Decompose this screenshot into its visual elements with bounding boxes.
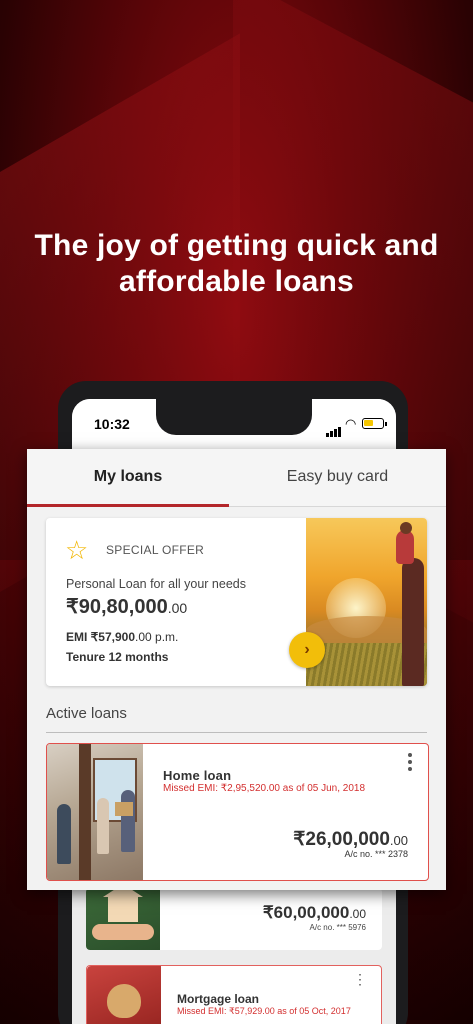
chevron-right-icon[interactable]: › xyxy=(289,632,325,668)
offer-amount: ₹90,80,000.00 xyxy=(66,596,188,618)
tab-easy-buy-card[interactable]: Easy buy card xyxy=(229,468,446,486)
loan-card-3[interactable]: ⋮ Mortgage loan Missed EMI: ₹57,929.00 a… xyxy=(86,965,382,1024)
tab-my-loans[interactable]: My loans xyxy=(27,468,229,486)
loan-account-number: A/c no. *** 2378 xyxy=(344,849,408,859)
loan-card-home[interactable]: Home loan Missed EMI: ₹2,95,520.00 as of… xyxy=(46,743,429,881)
loans-panel: My loans Easy buy card ☆ SPECIAL OFFER P… xyxy=(27,449,446,890)
star-icon: ☆ xyxy=(65,535,89,565)
more-options-icon[interactable] xyxy=(408,753,414,774)
special-offer-label: SPECIAL OFFER xyxy=(106,543,205,557)
status-time: 10:32 xyxy=(94,416,130,432)
money-bag-icon xyxy=(107,984,141,1018)
loan-account-number: A/c no. *** 5976 xyxy=(309,923,366,932)
loan-card-2[interactable]: ₹60,00,000.00 A/c no. *** 5976 xyxy=(86,884,382,950)
offer-emi: EMI ₹57,900.00 p.m. xyxy=(66,630,179,644)
wifi-icon: ◠ xyxy=(345,416,357,431)
promo-headline: The joy of getting quick and affordable … xyxy=(0,228,473,300)
offer-description: Personal Loan for all your needs xyxy=(66,577,246,591)
loan-title: Mortgage loan xyxy=(177,992,260,1006)
special-offer-card[interactable]: ☆ SPECIAL OFFER Personal Loan for all yo… xyxy=(46,518,427,686)
more-options-icon[interactable]: ⋮ xyxy=(353,972,367,986)
loan-thumbnail-money xyxy=(87,966,161,1024)
loan-amount: ₹60,00,000.00 xyxy=(262,903,366,922)
active-tab-indicator xyxy=(27,504,229,507)
active-loans-heading: Active loans xyxy=(46,705,127,722)
phone-notch xyxy=(156,399,312,435)
status-bar: 10:32 ◠ xyxy=(72,399,396,449)
house-icon xyxy=(103,884,143,922)
loan-missed-emi: Missed EMI: ₹2,95,520.00 as of 05 Jun, 2… xyxy=(163,783,366,794)
family-moving-image xyxy=(47,744,143,880)
offer-tenure: Tenure 12 months xyxy=(66,650,169,664)
signal-icon xyxy=(326,419,342,437)
loan-title: Home loan xyxy=(163,768,232,783)
battery-icon xyxy=(362,418,387,429)
headline-line-2: affordable loans xyxy=(119,265,354,298)
loan-missed-emi: Missed EMI: ₹57,929.00 as of 05 Oct, 201… xyxy=(177,1006,351,1016)
loan-thumbnail-house xyxy=(86,884,160,950)
headline-line-1: The joy of getting quick and xyxy=(34,229,439,262)
hands-icon xyxy=(92,924,154,940)
section-divider xyxy=(46,732,427,733)
loan-amount: ₹26,00,000.00 xyxy=(293,829,408,850)
tab-bar: My loans Easy buy card xyxy=(27,449,446,507)
family-sunset-image xyxy=(306,518,427,686)
